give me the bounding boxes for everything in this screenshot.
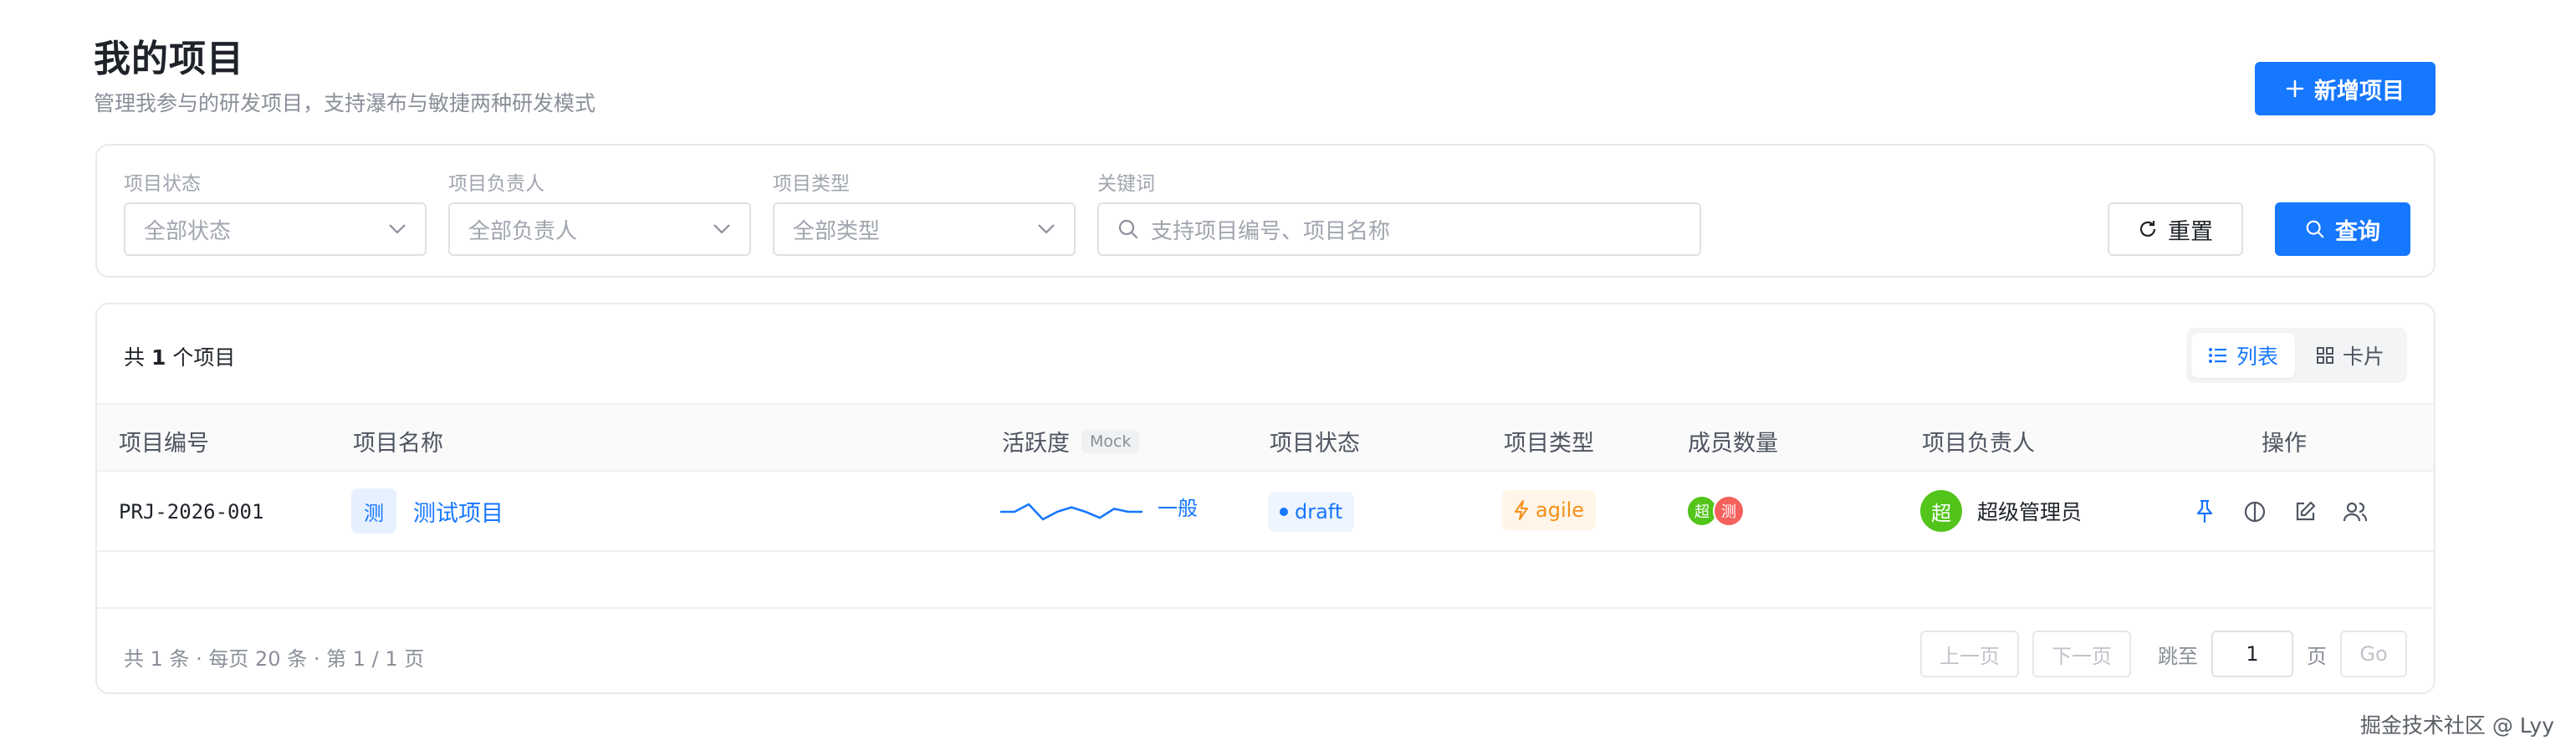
page-title: 我的项目 xyxy=(94,38,244,80)
reset-label: 重置 xyxy=(2168,218,2213,245)
add-project-button[interactable]: 新增项目 xyxy=(2255,62,2435,115)
jump-label: 跳至 xyxy=(2158,644,2198,668)
next-page-button[interactable]: 下一页 xyxy=(2032,631,2131,677)
lightning-icon xyxy=(1515,500,1528,520)
project-avatar: 测 xyxy=(351,488,396,534)
activity-sparkline xyxy=(1000,503,1142,521)
column-header-activity: 活跃度 Mock xyxy=(1002,425,1140,457)
type-select-value: 全部类型 xyxy=(793,218,881,244)
watermark: 掘金技术社区 @ Lyy xyxy=(2359,713,2554,738)
keyword-search-input[interactable]: 支持项目编号、项目名称 xyxy=(1097,202,1701,256)
pagination-info: 共 1 条 · 每页 20 条 · 第 1 / 1 页 xyxy=(124,647,425,671)
toggle-status-icon[interactable] xyxy=(2238,495,2272,529)
footer-divider xyxy=(97,607,2434,609)
keyword-filter-label: 关键词 xyxy=(1097,173,1155,195)
table-header: 项目编号 项目名称 活跃度 Mock 项目状态 项目类型 成员数量 项目负责人 … xyxy=(97,403,2434,472)
column-header: 项目状态 xyxy=(1270,431,1360,457)
filter-panel: 项目状态 全部状态 项目负责人 全部负责人 项目类型 全部类型 关键词 支持项目… xyxy=(95,144,2435,278)
type-tag: agile xyxy=(1502,490,1597,530)
status-text: draft xyxy=(1295,500,1343,524)
project-table-panel: 共 1 个项目 列表 卡片 项目编号 项目名称 活跃度 Mock 项目状态 项目… xyxy=(95,303,2435,694)
page-subtitle: 管理我参与的研发项目，支持瀑布与敏捷两种研发模式 xyxy=(94,91,596,115)
edit-icon[interactable] xyxy=(2288,495,2322,529)
project-name-cell: 测 测试项目 xyxy=(351,488,503,534)
project-count: 共 1 个项目 xyxy=(124,341,235,371)
chevron-down-icon xyxy=(713,224,730,234)
pagination: 上一页 下一页 跳至 页 Go xyxy=(1920,631,2407,677)
card-view-label: 卡片 xyxy=(2342,345,2384,369)
list-view-label: 列表 xyxy=(2236,345,2278,369)
project-code: PRJ-2026-001 xyxy=(119,500,264,524)
column-header: 项目负责人 xyxy=(1922,431,2035,457)
keyword-placeholder: 支持项目编号、项目名称 xyxy=(1151,218,1391,244)
status-tag: draft xyxy=(1268,492,1355,532)
column-header: 操作 xyxy=(2262,431,2307,457)
column-header: 项目编号 xyxy=(119,431,209,457)
pin-icon[interactable] xyxy=(2188,495,2221,529)
card-view-button[interactable]: 卡片 xyxy=(2298,333,2402,378)
query-label: 查询 xyxy=(2335,218,2380,245)
members-icon[interactable] xyxy=(2338,495,2372,529)
chevron-down-icon xyxy=(389,224,406,234)
member-avatar: 测 xyxy=(1713,495,1745,527)
reset-button[interactable]: 重置 xyxy=(2108,202,2243,256)
column-header: 活跃度 xyxy=(1002,431,1070,457)
row-actions xyxy=(2188,495,2372,529)
type-text: agile xyxy=(1536,498,1585,522)
page-suffix: 页 xyxy=(2307,644,2327,668)
column-header: 成员数量 xyxy=(1688,431,1778,457)
view-toggle: 列表 卡片 xyxy=(2186,328,2407,383)
status-select[interactable]: 全部状态 xyxy=(124,202,427,256)
grid-icon xyxy=(2316,347,2333,364)
owner-select-value: 全部负责人 xyxy=(468,218,578,244)
search-icon xyxy=(2306,220,2324,238)
list-view-button[interactable]: 列表 xyxy=(2191,333,2295,378)
status-select-value: 全部状态 xyxy=(144,218,232,244)
owner-select[interactable]: 全部负责人 xyxy=(448,202,751,256)
count-value: 1 xyxy=(151,345,166,370)
activity-level: 一般 xyxy=(1158,497,1198,520)
prev-page-button[interactable]: 上一页 xyxy=(1920,631,2019,677)
activity-cell: 一般 xyxy=(1000,487,1198,534)
column-header: 项目类型 xyxy=(1504,431,1594,457)
chevron-down-icon xyxy=(1038,224,1055,234)
status-dot xyxy=(1280,508,1288,516)
column-header: 项目名称 xyxy=(353,431,443,457)
go-button[interactable]: Go xyxy=(2340,631,2407,677)
mock-badge: Mock xyxy=(1081,429,1140,453)
owner-cell: 超 超级管理员 xyxy=(1920,490,2082,532)
owner-name: 超级管理员 xyxy=(1977,500,2083,524)
page-jump-input[interactable] xyxy=(2211,631,2293,677)
owner-filter-label: 项目负责人 xyxy=(448,173,544,195)
owner-avatar: 超 xyxy=(1920,490,1962,532)
add-project-label: 新增项目 xyxy=(2314,78,2405,105)
count-suffix: 个项目 xyxy=(172,345,236,370)
member-avatars: 超 测 xyxy=(1686,495,1745,527)
list-icon xyxy=(2208,348,2226,363)
plus-icon xyxy=(2286,79,2304,98)
type-filter-label: 项目类型 xyxy=(773,173,850,195)
project-name-link[interactable]: 测试项目 xyxy=(413,495,503,528)
query-button[interactable]: 查询 xyxy=(2275,202,2410,256)
table-row: PRJ-2026-001 测 测试项目 一般 draft agile 超 测 超… xyxy=(97,472,2434,552)
search-icon xyxy=(1118,219,1138,239)
refresh-icon xyxy=(2139,221,2156,237)
status-filter-label: 项目状态 xyxy=(124,173,201,195)
count-prefix: 共 xyxy=(124,345,146,370)
type-select[interactable]: 全部类型 xyxy=(773,202,1076,256)
